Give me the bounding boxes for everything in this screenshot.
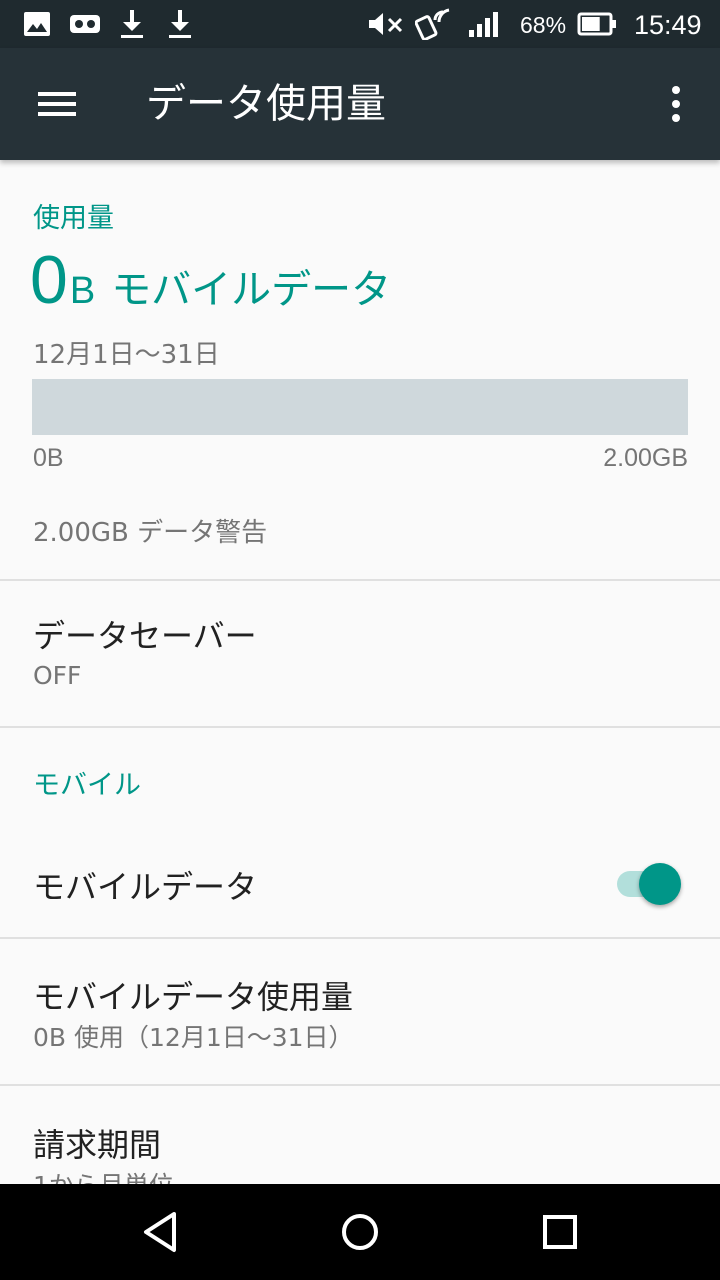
usage-period: 12月1日〜31日	[33, 340, 220, 370]
more-vert-icon[interactable]	[656, 80, 696, 128]
billing-cycle-summary: 1から月単位	[33, 1166, 174, 1184]
toggle-thumb	[639, 863, 681, 905]
signal-icon	[466, 10, 502, 38]
usage-amount-value: 0	[30, 242, 68, 318]
navigation-bar	[0, 1184, 720, 1280]
battery-percent: 68%	[520, 12, 567, 38]
data-saver-item[interactable]: データセーバー OFF	[0, 581, 720, 726]
page-title: データ使用量	[146, 81, 386, 127]
mute-icon	[366, 10, 406, 38]
usage-section-header: 使用量	[33, 203, 114, 234]
download-icon	[118, 10, 146, 38]
mobile-data-title: モバイルデータ	[33, 868, 258, 906]
mobile-section-header: モバイル	[33, 770, 141, 801]
settings-content: 使用量 0 B モバイルデータ 12月1日〜31日 0B 2.00GB 2.00…	[0, 160, 720, 1184]
divider	[0, 726, 720, 728]
download-icon	[166, 10, 194, 38]
clock: 15:49	[634, 10, 702, 40]
battery-icon	[576, 10, 618, 38]
usage-bar-max-label: 2.00GB	[603, 444, 688, 472]
data-saver-title: データセーバー	[33, 617, 257, 655]
data-saver-summary: OFF	[33, 661, 82, 690]
image-icon	[22, 10, 52, 38]
usage-bar	[32, 379, 688, 435]
recents-icon[interactable]	[520, 1202, 600, 1262]
status-bar: 68% 15:49	[0, 0, 720, 48]
billing-cycle-title: 請求期間	[33, 1126, 162, 1164]
billing-cycle-item[interactable]: 請求期間 1から月単位	[0, 1086, 720, 1184]
back-icon[interactable]	[120, 1202, 200, 1262]
mobile-data-usage-summary: 0B 使用（12月1日〜31日）	[33, 1023, 354, 1052]
mobile-data-item[interactable]: モバイルデータ	[0, 832, 720, 938]
app-bar: データ使用量	[0, 48, 720, 160]
usage-bar-min-label: 0B	[33, 444, 64, 472]
mobile-data-usage-title: モバイルデータ使用量	[33, 978, 354, 1016]
usage-amount-unit: B	[69, 270, 96, 312]
hamburger-menu-icon[interactable]	[22, 82, 90, 126]
mobile-data-usage-item[interactable]: モバイルデータ使用量 0B 使用（12月1日〜31日）	[0, 939, 720, 1084]
home-icon[interactable]	[320, 1202, 400, 1262]
usage-amount-label: モバイルデータ	[111, 267, 392, 313]
usage-summary: 0 B モバイルデータ	[30, 240, 391, 320]
voicemail-icon	[68, 10, 102, 38]
mobile-data-toggle[interactable]	[615, 861, 685, 905]
nfc-icon	[414, 8, 454, 40]
data-warning-label: 2.00GB データ警告	[33, 518, 268, 548]
